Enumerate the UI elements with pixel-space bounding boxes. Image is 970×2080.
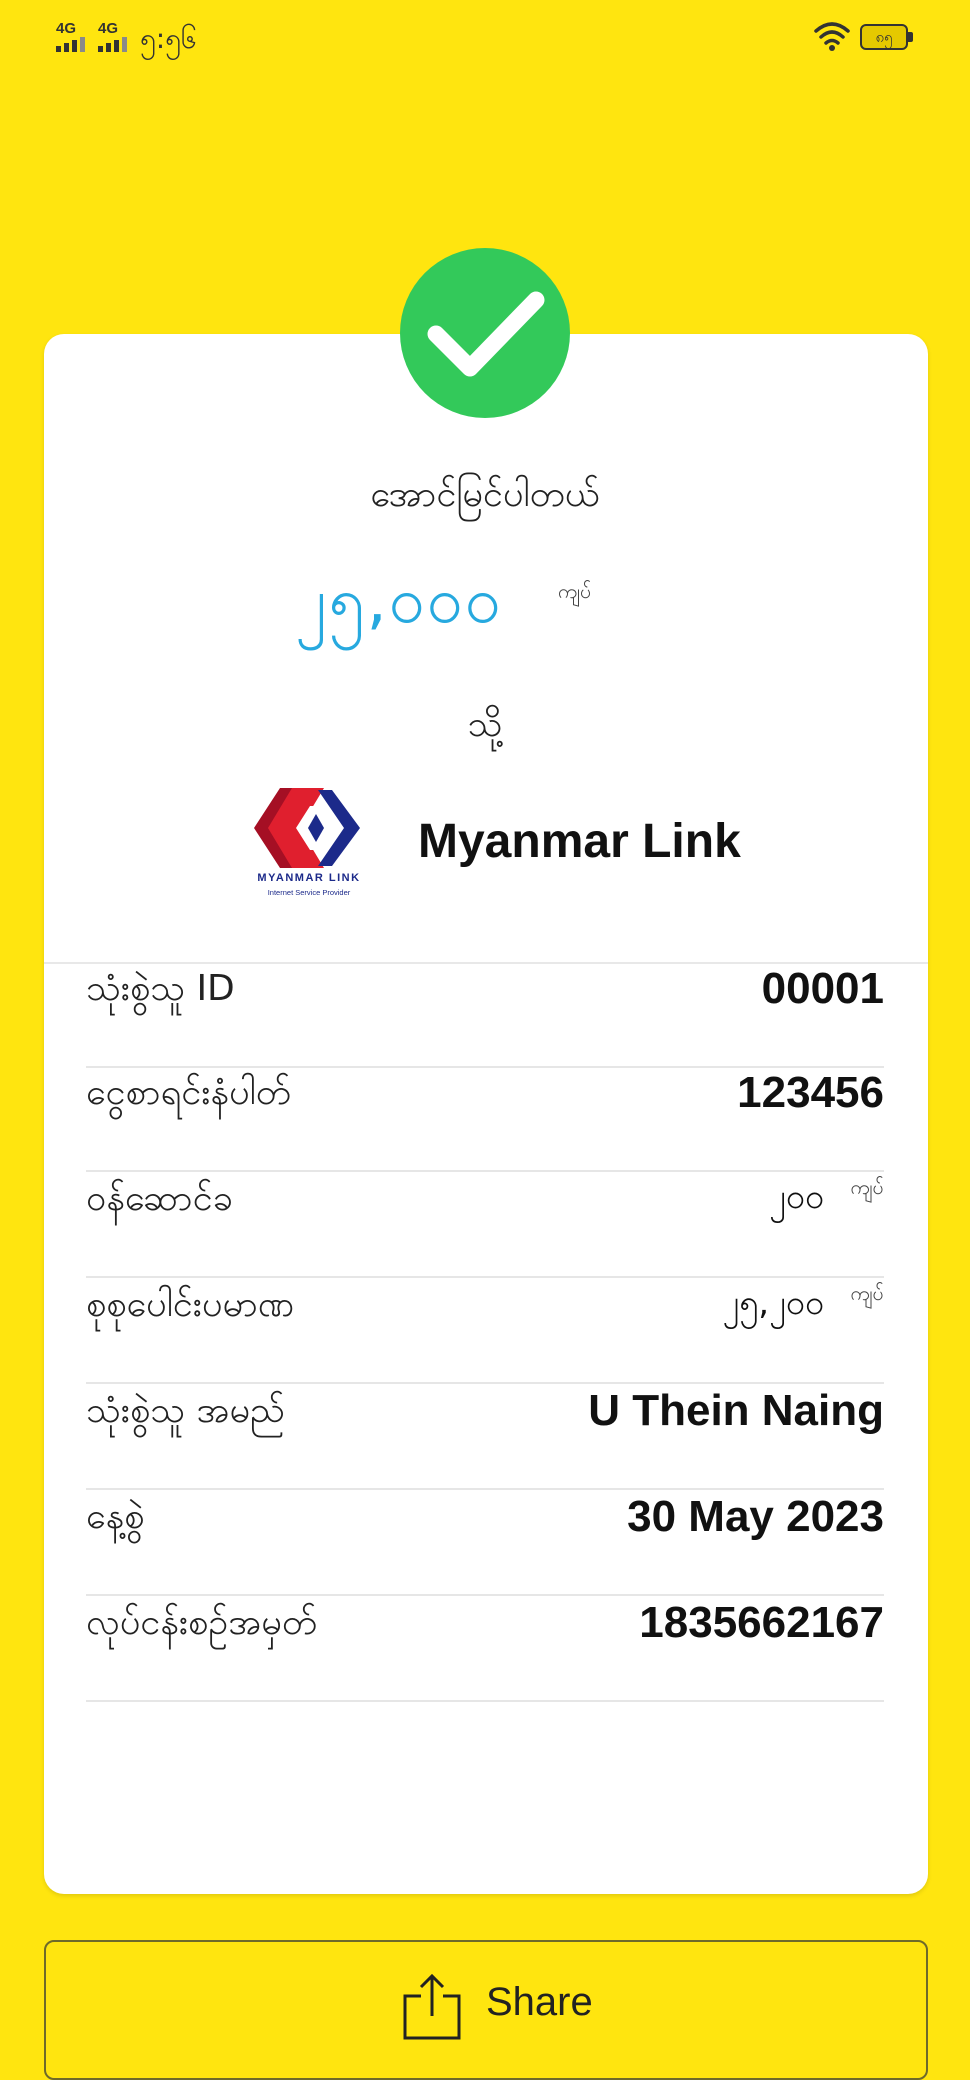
share-icon — [403, 1973, 461, 2040]
status-time: ၅:၅၆ — [140, 22, 197, 55]
share-button[interactable]: Share — [44, 1940, 928, 2080]
detail-value: U Thein Naing — [588, 1386, 884, 1435]
detail-row-transaction-id: လုပ်ငန်းစဉ်အမှတ် 1835662167 — [86, 1598, 884, 1702]
detail-label: စုစုပေါင်းပမာဏ — [86, 1284, 295, 1325]
to-label: သို့ — [467, 704, 503, 745]
status-title: အောင်မြင်ပါတယ် — [370, 474, 600, 515]
detail-row-date: နေ့စွဲ 30 May 2023 — [86, 1492, 884, 1596]
battery-icon: ၈၅ — [860, 24, 916, 52]
detail-label: သုံးစွဲသူ အမည် — [86, 1390, 285, 1431]
amount-unit: ကျပ် — [558, 579, 592, 603]
logo-wordmark: MYANMAR LINK — [257, 872, 361, 884]
detail-row-service-fee: ဝန်ဆောင်ခ ၂၀၀ ကျပ် — [86, 1174, 884, 1278]
logo-tagline: Internet Service Provider — [267, 888, 351, 897]
amount-value: ၂၅,၀၀၀ — [295, 564, 503, 638]
provider-logo: MYANMAR LINK Internet Service Provider — [244, 786, 374, 902]
detail-label: ဝန်ဆောင်ခ — [86, 1178, 233, 1219]
provider-logo-mark — [254, 788, 360, 868]
detail-row-user-name: သုံးစွဲသူ အမည် U Thein Naing — [86, 1386, 884, 1490]
detail-value: 30 May 2023 — [627, 1492, 884, 1541]
detail-unit: ကျပ် — [850, 1281, 884, 1305]
provider-name: Myanmar Link — [418, 815, 741, 868]
detail-label: လုပ်ငန်းစဉ်အမှတ် — [86, 1602, 317, 1643]
detail-label: ငွေစာရင်းနံပါတ် — [86, 1072, 291, 1113]
detail-row-total-amount: စုစုပေါင်းပမာဏ ၂၅,၂၀၀ ကျပ် — [86, 1280, 884, 1384]
detail-row-account-number: ငွေစာရင်းနံပါတ် 123456 — [86, 1068, 884, 1172]
amount-row: ၂၅,၀၀၀ ကျပ် — [0, 560, 970, 670]
success-check-icon — [400, 248, 570, 418]
detail-value: 123456 — [737, 1068, 884, 1117]
detail-label: နေ့စွဲ — [86, 1496, 145, 1537]
wifi-icon — [814, 22, 850, 51]
detail-unit: ကျပ် — [850, 1175, 884, 1199]
status-bar: 4G 4G ၅:၅၆ ၈၅ — [0, 0, 970, 80]
detail-label: သုံးစွဲသူ ID — [86, 968, 235, 1009]
detail-row-user-id: သုံးစွဲသူ ID 00001 — [86, 964, 884, 1068]
battery-level: ၈၅ — [875, 28, 893, 46]
detail-value: ၂၀၀ — [769, 1177, 824, 1217]
signal-icon: 4G — [54, 18, 90, 54]
detail-value: ၂၅,၂၀၀ — [722, 1283, 824, 1323]
network-type-label: 4G — [56, 20, 77, 37]
detail-value: 00001 — [761, 964, 884, 1013]
signal-icon: 4G — [96, 18, 132, 54]
share-label: Share — [486, 1980, 593, 2024]
detail-value: 1835662167 — [639, 1598, 884, 1647]
network-type-label: 4G — [98, 20, 119, 37]
